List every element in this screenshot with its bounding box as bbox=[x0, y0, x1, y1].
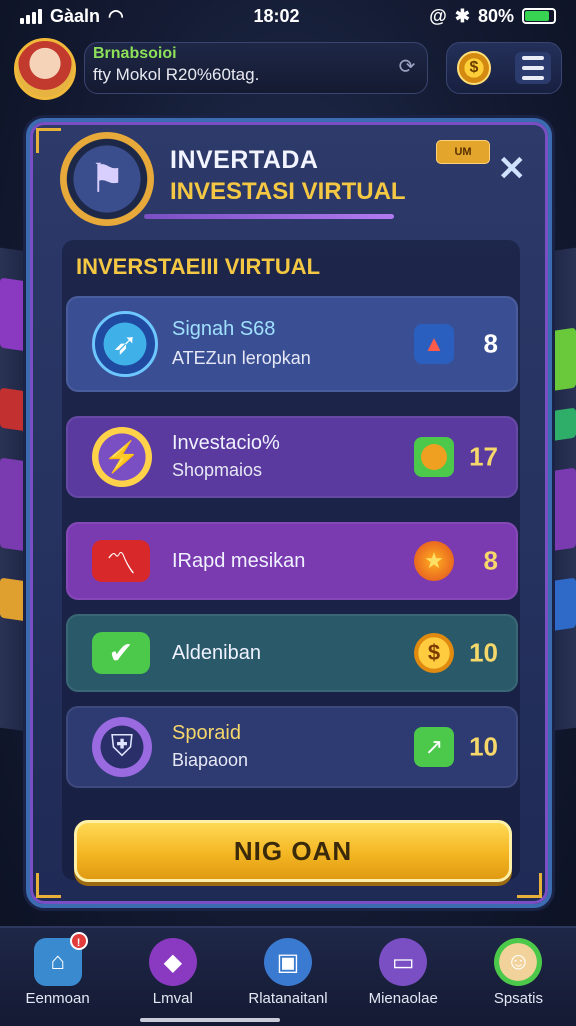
face-icon: ☺ bbox=[494, 938, 543, 986]
chart-up-icon: ↗ bbox=[414, 727, 454, 767]
avatar[interactable] bbox=[14, 38, 76, 100]
check-icon: ✔ bbox=[92, 632, 150, 674]
shield-icon: ⛨ bbox=[92, 717, 152, 777]
house-icon: ⌂! bbox=[33, 932, 88, 986]
item-subtitle: ATEZun leropkan bbox=[172, 348, 311, 368]
corner-decor bbox=[36, 128, 61, 153]
item-title: Signah S68 bbox=[172, 318, 276, 340]
compass-icon: ➶ bbox=[92, 311, 158, 377]
item-title: Aldeniban bbox=[172, 642, 261, 664]
investment-item[interactable]: 〽 IRapd mesikan ★ 8 bbox=[66, 522, 518, 600]
shelf-block bbox=[0, 277, 28, 352]
wifi-icon: ◠ bbox=[108, 5, 124, 26]
item-value: 17 bbox=[469, 441, 498, 472]
item-value: 10 bbox=[469, 637, 498, 668]
item-title: Sporaid bbox=[172, 722, 241, 744]
menu-button[interactable] bbox=[515, 52, 551, 84]
nav-label: Eenmoan bbox=[25, 990, 90, 1007]
primary-action-button[interactable]: NIG OAN bbox=[74, 820, 512, 882]
close-icon[interactable]: ✕ bbox=[498, 152, 527, 186]
investment-item[interactable]: ➶ Signah S68 ATEZun leropkan ▲ 8 bbox=[66, 296, 518, 392]
corner-decor bbox=[517, 873, 542, 898]
shelf-block bbox=[0, 457, 28, 552]
coin-icon: $ bbox=[469, 59, 479, 76]
at-icon: @ bbox=[429, 5, 447, 26]
bottom-nav: ⌂! Eenmoan ◆ Lmval ▣ Rlatanaitanl ▭ Mien… bbox=[0, 926, 576, 1026]
status-bar: Gàaln ◠ 18:02 @ ✱ 80% bbox=[0, 0, 576, 32]
shelf-block bbox=[548, 407, 576, 442]
signal-icon bbox=[20, 8, 42, 24]
panel-title: INVERTADA bbox=[170, 146, 319, 174]
player-name: Brnabsoioi bbox=[93, 45, 177, 62]
battery-percent: 80% bbox=[477, 5, 514, 26]
coin-button[interactable]: $ bbox=[457, 51, 491, 85]
nav-label: Lmval bbox=[152, 990, 193, 1007]
lightning-icon: ⚡ bbox=[92, 427, 152, 487]
nav-item-gem[interactable]: ◆ Lmval bbox=[115, 928, 230, 1026]
gem-icon: ◆ bbox=[148, 938, 197, 986]
shelf-block bbox=[0, 387, 28, 432]
panel-badge: ⚑ bbox=[60, 132, 154, 226]
investment-panel: ⚑ INVERTADA INVESTASI VIRTUAL UM ✕ INVER… bbox=[26, 118, 552, 908]
clock: 18:02 bbox=[253, 5, 300, 26]
shelf-block bbox=[0, 577, 28, 622]
panel-tag: UM bbox=[436, 140, 490, 164]
title-underline bbox=[144, 214, 394, 219]
item-subtitle: Shopmaios bbox=[172, 460, 263, 480]
refresh-icon[interactable]: ⟳ bbox=[397, 57, 417, 77]
nav-label: Mienaolae bbox=[368, 990, 438, 1007]
star-icon: ★ bbox=[414, 541, 454, 581]
notification-badge: ! bbox=[69, 932, 88, 950]
item-value: 8 bbox=[483, 545, 498, 576]
nav-label: Spsatis bbox=[493, 990, 544, 1007]
shelf-block bbox=[548, 467, 576, 552]
box-icon: ▣ bbox=[264, 938, 312, 986]
screen-icon: ▭ bbox=[379, 938, 428, 986]
investment-item[interactable]: ⛨ Sporaid Biapaoon ↗ 10 bbox=[66, 706, 518, 788]
bluetooth-icon: ✱ bbox=[454, 5, 470, 26]
nav-label: Rlatanaitanl bbox=[248, 990, 328, 1007]
shelf-block bbox=[548, 577, 576, 632]
investment-list-container: INVERSTAEIII VIRTUAL ➶ Signah S68 ATEZun… bbox=[62, 240, 520, 880]
home-indicator bbox=[140, 1018, 280, 1022]
top-header: Brnabsoioi fty Mokol R20%60tag. ⟳ $ bbox=[14, 38, 562, 100]
shelf-block bbox=[548, 327, 576, 392]
investment-item[interactable]: ✔ Aldeniban $ 10 bbox=[66, 614, 518, 692]
item-value: 8 bbox=[483, 328, 498, 359]
coin-icon: $ bbox=[414, 633, 454, 673]
nav-item-box[interactable]: ▣ Rlatanaitanl bbox=[230, 928, 345, 1026]
coin-icon bbox=[414, 437, 454, 477]
header-buttons: $ bbox=[446, 42, 562, 94]
item-subtitle: Biapaoon bbox=[172, 750, 249, 770]
item-title: Investacio% bbox=[172, 432, 280, 454]
item-value: 10 bbox=[469, 731, 498, 762]
nav-item-home[interactable]: ⌂! Eenmoan bbox=[0, 928, 115, 1026]
chart-up-icon: ▲ bbox=[414, 324, 454, 364]
player-info-box[interactable]: Brnabsoioi fty Mokol R20%60tag. ⟳ bbox=[84, 42, 428, 94]
carrier-name: Gàaln bbox=[50, 5, 101, 26]
item-title: IRapd mesikan bbox=[172, 550, 306, 572]
panel-subtitle: INVESTASI VIRTUAL bbox=[170, 178, 406, 205]
flag-icon: ⚑ bbox=[89, 157, 125, 201]
section-title: INVERSTAEIII VIRTUAL bbox=[76, 254, 321, 279]
investment-item[interactable]: ⚡ Investacio% Shopmaios 17 bbox=[66, 416, 518, 498]
trend-icon: 〽 bbox=[92, 540, 150, 582]
nav-item-profile[interactable]: ☺ Spsatis bbox=[461, 928, 576, 1026]
player-subtitle: fty Mokol R20%60tag. bbox=[93, 65, 260, 84]
battery-icon bbox=[521, 8, 556, 24]
nav-item-screen[interactable]: ▭ Mienaolae bbox=[346, 928, 461, 1026]
corner-decor bbox=[36, 873, 61, 898]
